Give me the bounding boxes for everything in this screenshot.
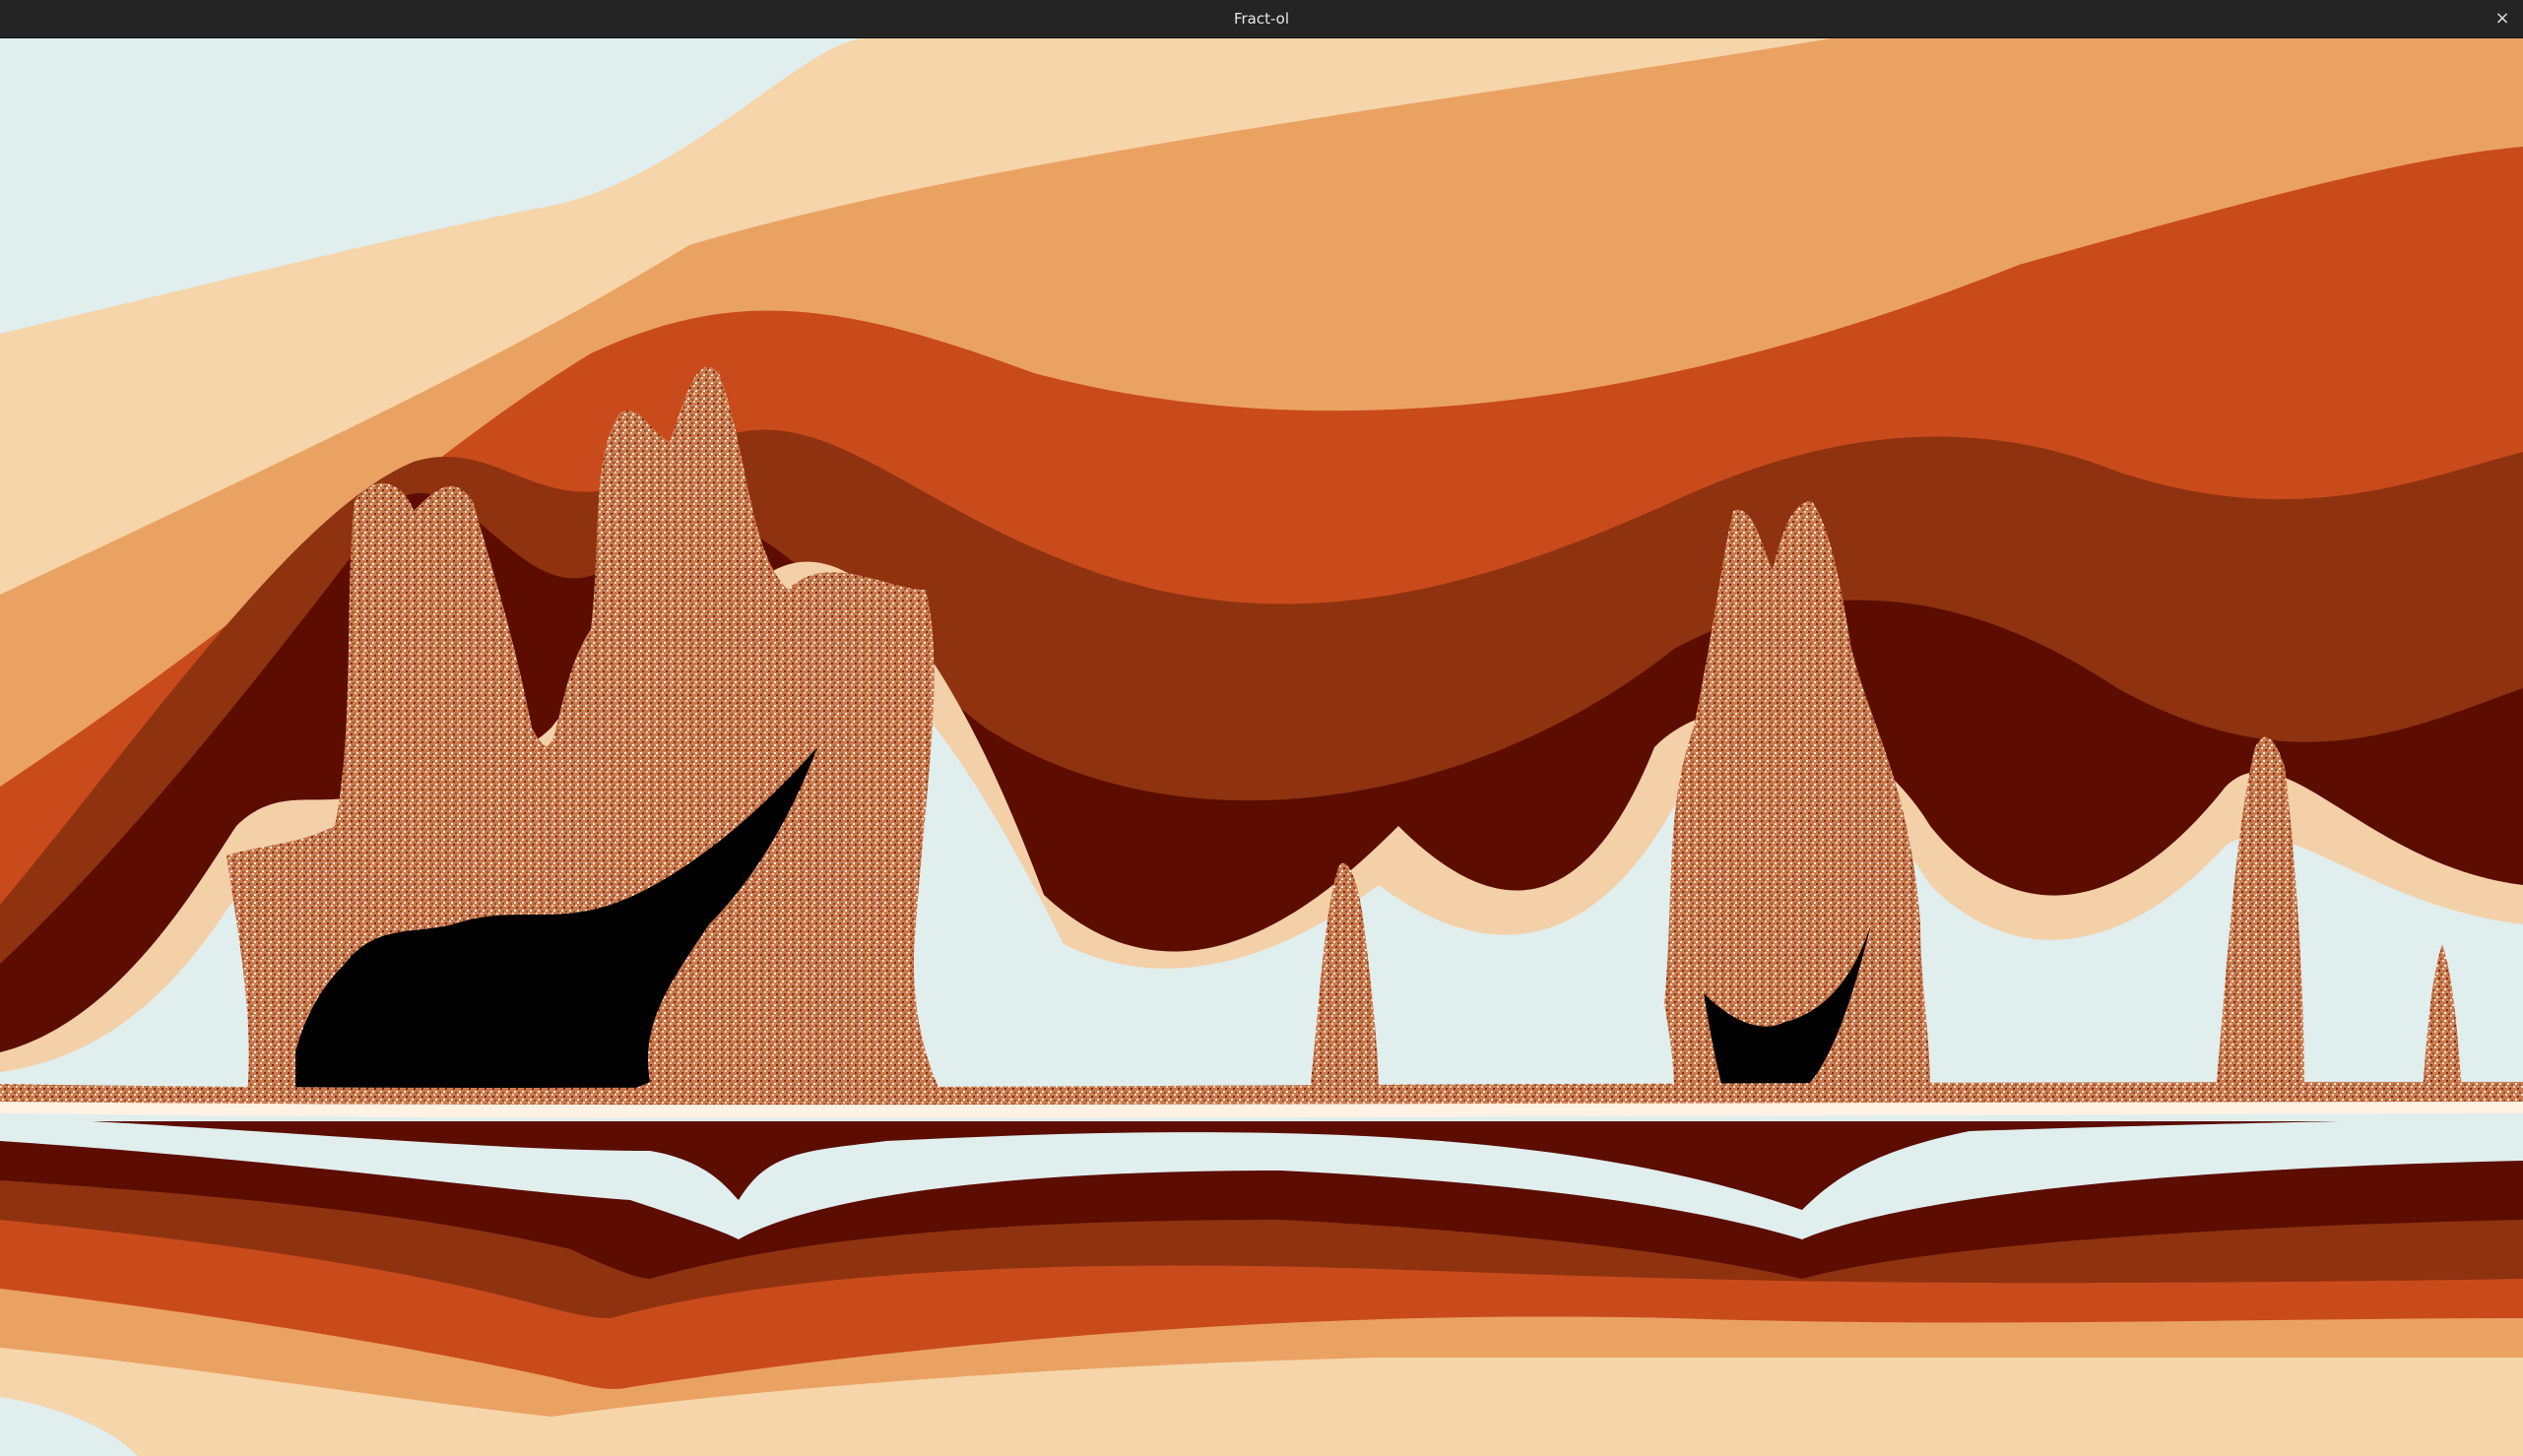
window-title: Fract-ol (1233, 10, 1290, 28)
app-window: Fract-ol × (0, 0, 2523, 1456)
close-icon[interactable]: × (2490, 6, 2515, 32)
title-bar[interactable]: Fract-ol × (0, 0, 2523, 38)
fractal-canvas[interactable] (0, 38, 2523, 1456)
fractal-render (0, 38, 2523, 1456)
